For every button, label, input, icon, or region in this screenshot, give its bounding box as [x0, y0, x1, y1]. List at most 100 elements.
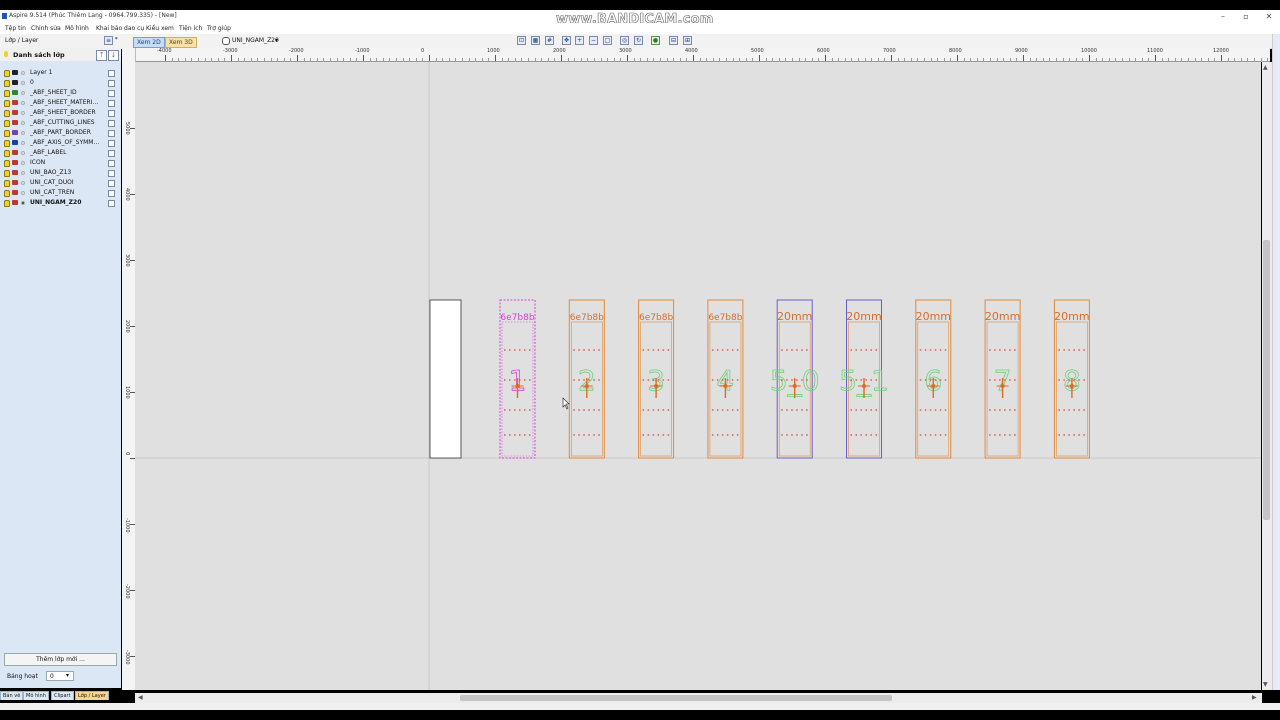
layer-row[interactable]: UNI_NGAM_Z20: [2, 198, 118, 208]
layer-checkbox[interactable]: [108, 180, 115, 187]
minimize-icon[interactable]: –: [1216, 12, 1230, 21]
menu-edit[interactable]: Chỉnh sửa: [31, 25, 61, 32]
menu-utilities[interactable]: Tiện ích: [179, 25, 202, 32]
vertical-scroll-thumb[interactable]: [1263, 240, 1270, 520]
bulb-icon[interactable]: [4, 100, 10, 107]
layer-row[interactable]: _ABF_PART_BORDER: [2, 128, 118, 138]
layer-checkbox[interactable]: [108, 100, 115, 107]
layer-active-icon[interactable]: [21, 141, 25, 145]
zoom-fit-icon[interactable]: ⊡: [517, 36, 526, 45]
menu-file[interactable]: Tệp tin: [5, 25, 26, 32]
layer-color-icon[interactable]: [12, 130, 18, 135]
part-panel[interactable]: 20mm5_1: [839, 299, 889, 459]
bulb-icon[interactable]: [4, 150, 10, 157]
bulb-icon[interactable]: [4, 170, 10, 177]
close-icon[interactable]: ✕: [1262, 12, 1276, 21]
menu-model[interactable]: Mô hình: [65, 25, 89, 32]
horizontal-scroll-thumb[interactable]: [460, 695, 892, 701]
material-sheet[interactable]: [429, 299, 462, 459]
layer-active-icon[interactable]: [21, 111, 25, 115]
tab-drawing[interactable]: Bản vẽ: [0, 691, 24, 700]
rotate-icon[interactable]: ↻: [634, 36, 643, 45]
split-view-icon[interactable]: ⊟: [669, 36, 678, 45]
chevron-down-icon[interactable]: ▾: [66, 672, 69, 679]
layer-row[interactable]: UNI_CAT_TREN: [2, 188, 118, 198]
pin-icon[interactable]: ᵠ: [115, 36, 118, 43]
layer-color-icon[interactable]: [12, 120, 18, 125]
part-panel[interactable]: 6e7b8b3: [638, 299, 675, 459]
layer-active-icon[interactable]: [21, 161, 25, 165]
part-panel[interactable]: 20mm6: [915, 299, 952, 459]
layer-active-icon[interactable]: [21, 171, 25, 175]
layer-row[interactable]: 0: [2, 78, 118, 88]
layer-color-icon[interactable]: [12, 80, 18, 85]
scroll-up-icon[interactable]: ▲: [1263, 64, 1268, 71]
part-panel[interactable]: 6e7b8b4: [707, 299, 744, 459]
layer-color-icon[interactable]: [12, 150, 18, 155]
layer-active-icon[interactable]: [21, 121, 25, 125]
chevron-down-icon[interactable]: ▾: [275, 37, 278, 44]
layer-row[interactable]: _ABF_SHEET_ID: [2, 88, 118, 98]
layer-color-icon[interactable]: [12, 160, 18, 165]
layer-row[interactable]: _ABF_SHEET_MATERI...: [2, 98, 118, 108]
transform-icon[interactable]: ◎: [620, 36, 629, 45]
menu-view[interactable]: Kiểu xem: [146, 25, 174, 32]
tab-view-2d[interactable]: Xem 2D: [133, 37, 165, 48]
layer-row[interactable]: UNI_CAT_DUOI: [2, 178, 118, 188]
maximize-icon[interactable]: ▫: [1239, 12, 1253, 21]
part-panel[interactable]: 20mm7: [984, 299, 1021, 459]
scroll-right-icon[interactable]: ▶: [1252, 694, 1257, 701]
layer-color-icon[interactable]: [12, 90, 18, 95]
layer-active-icon[interactable]: [21, 131, 25, 135]
grid-icon[interactable]: #: [545, 36, 554, 45]
layer-checkbox[interactable]: [108, 90, 115, 97]
material-icon[interactable]: ●: [651, 36, 660, 45]
layer-active-icon[interactable]: [21, 181, 25, 185]
zoom-in-icon[interactable]: +: [575, 36, 584, 45]
layer-color-icon[interactable]: [12, 100, 18, 105]
snap-grid-icon[interactable]: ▦: [531, 36, 540, 45]
layer-checkbox[interactable]: [108, 120, 115, 127]
layer-checkbox[interactable]: [108, 140, 115, 147]
zoom-out-icon[interactable]: −: [589, 36, 598, 45]
layer-color-icon[interactable]: [12, 70, 18, 75]
layer-checkbox[interactable]: [108, 200, 115, 207]
move-layer-down-icon[interactable]: 🡓: [108, 50, 119, 61]
tab-layers[interactable]: Lớp / Layer: [75, 691, 109, 700]
layer-active-icon[interactable]: [21, 151, 25, 155]
layer-checkbox[interactable]: [108, 110, 115, 117]
bulb-icon[interactable]: [4, 120, 10, 127]
vertical-scrollbar[interactable]: ▲ ▼: [1262, 62, 1272, 690]
layer-checkbox[interactable]: [108, 70, 115, 77]
layer-color-icon[interactable]: [12, 140, 18, 145]
bulb-icon[interactable]: [4, 190, 10, 197]
bulb-icon[interactable]: [4, 200, 10, 207]
bulb-icon[interactable]: [4, 180, 10, 187]
layer-row[interactable]: Layer 1: [2, 68, 118, 78]
layer-active-icon[interactable]: [21, 101, 25, 105]
layer-row[interactable]: ICON: [2, 158, 118, 168]
active-layer-select[interactable]: UNI_NGAM_Z20: [232, 37, 279, 44]
bulb-icon[interactable]: [4, 110, 10, 117]
layer-active-icon[interactable]: [21, 71, 25, 75]
layer-row[interactable]: _ABF_LABEL: [2, 148, 118, 158]
layer-checkbox[interactable]: [108, 160, 115, 167]
layer-row[interactable]: UNI_BAO_Z13: [2, 168, 118, 178]
zoom-box-icon[interactable]: □: [603, 36, 612, 45]
part-panel[interactable]: 6e7b8b2: [568, 299, 605, 459]
tab-clipart[interactable]: Clipart: [51, 691, 74, 700]
add-layer-button[interactable]: Thêm lớp mới ...: [4, 653, 117, 666]
layer-active-icon[interactable]: [21, 201, 25, 205]
part-panel[interactable]: 20mm5_0: [769, 299, 820, 459]
scroll-left-icon[interactable]: ◀: [138, 694, 143, 701]
tile-view-icon[interactable]: ⊞: [683, 36, 692, 45]
bulb-icon[interactable]: [4, 140, 10, 147]
menu-help[interactable]: Trợ giúp: [207, 25, 231, 32]
layer-active-icon[interactable]: [21, 191, 25, 195]
tab-view-3d[interactable]: Xem 3D: [165, 37, 197, 48]
layer-color-icon[interactable]: [12, 110, 18, 115]
right-panel-strip[interactable]: [1272, 34, 1280, 690]
layer-color-icon[interactable]: [12, 200, 18, 205]
scroll-down-icon[interactable]: ▼: [1263, 681, 1268, 688]
part-panel[interactable]: 6e7b8b1: [499, 299, 536, 459]
